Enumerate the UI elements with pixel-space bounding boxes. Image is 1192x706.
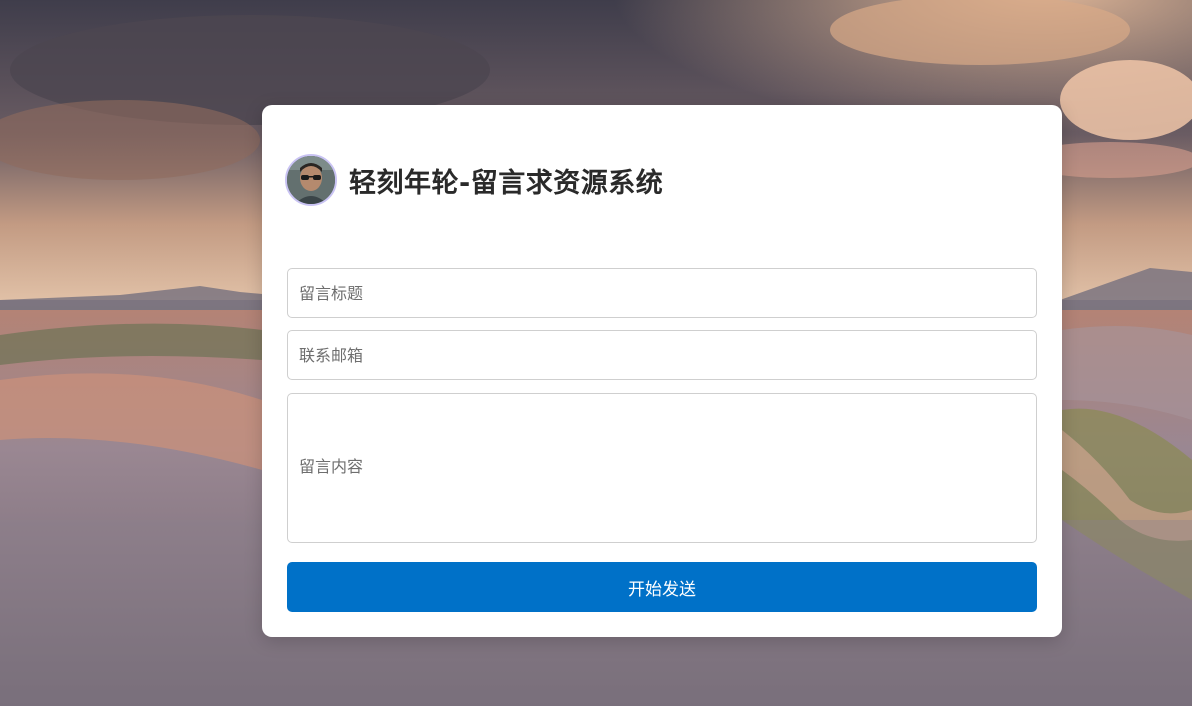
message-title-input[interactable] xyxy=(287,268,1037,318)
contact-email-input[interactable] xyxy=(287,330,1037,380)
message-content-textarea[interactable] xyxy=(287,393,1037,543)
profile-photo-icon xyxy=(287,156,335,204)
submit-button[interactable]: 开始发送 xyxy=(287,562,1037,612)
brand-header: 轻刻年轮-留言求资源系统 xyxy=(285,152,663,208)
avatar xyxy=(285,154,337,206)
message-form-card: 轻刻年轮-留言求资源系统 开始发送 xyxy=(262,105,1062,637)
site-title: 轻刻年轮-留言求资源系统 xyxy=(349,167,664,199)
